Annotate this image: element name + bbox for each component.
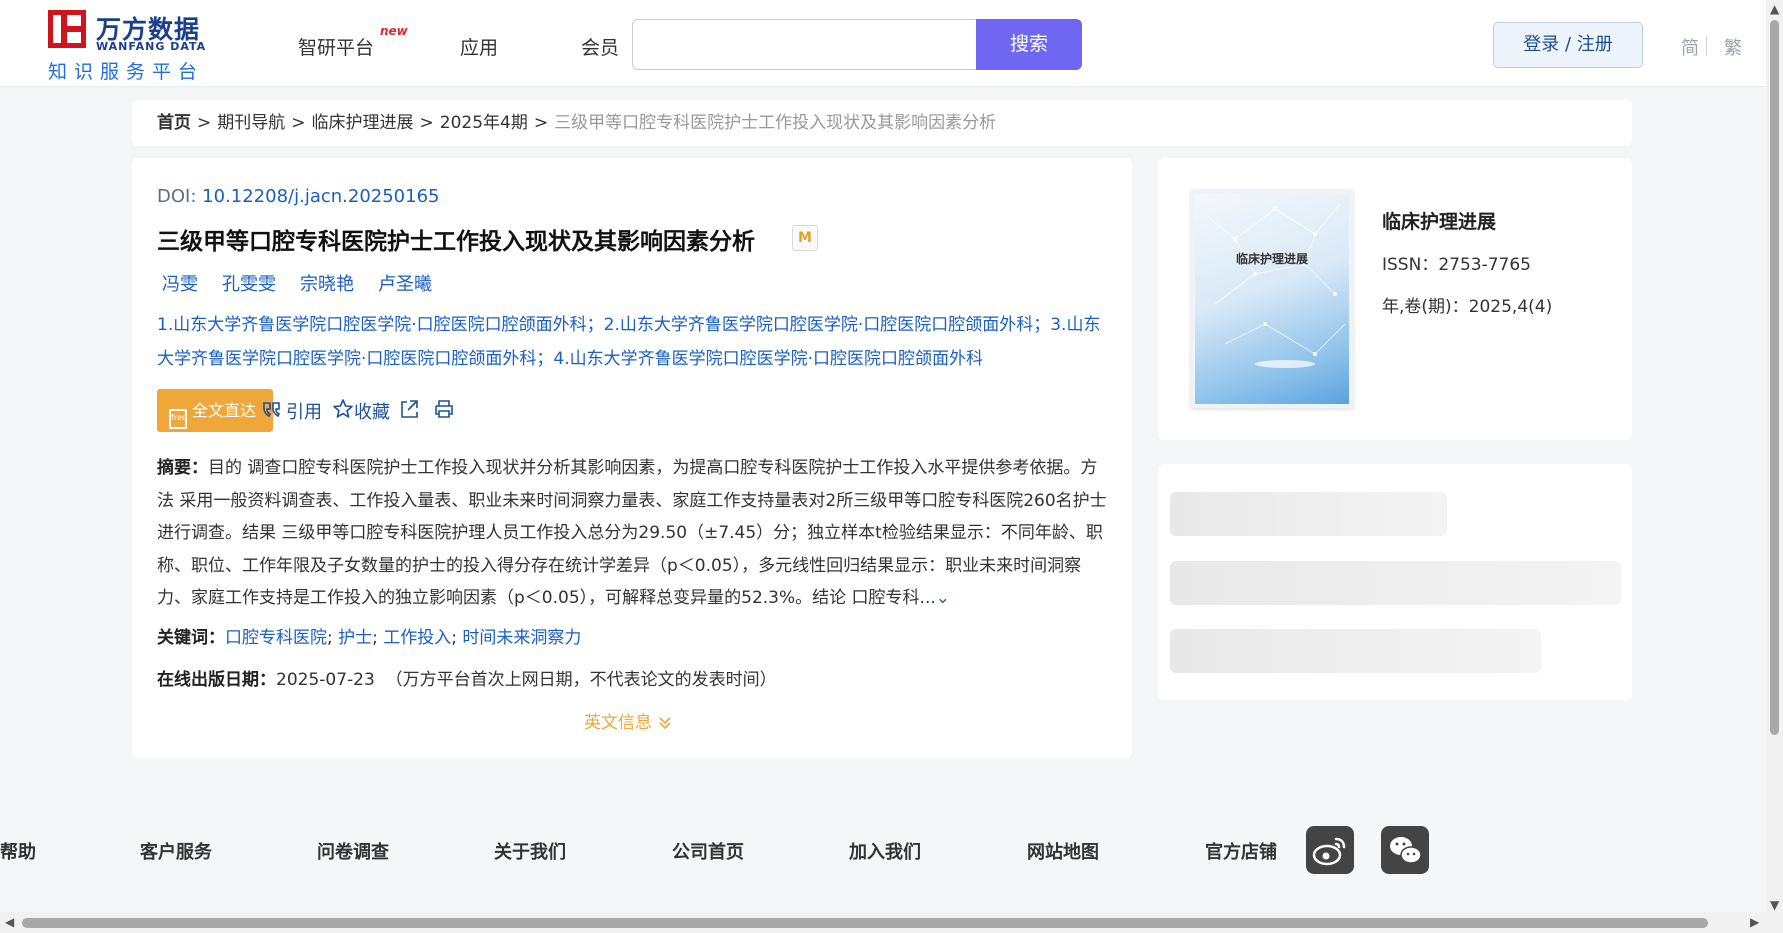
breadcrumb-separator: > [291, 113, 306, 133]
journal-cover[interactable]: 临床护理进展 [1191, 190, 1353, 408]
cite-button[interactable]: 引用 [286, 398, 322, 424]
breadcrumb-home[interactable]: 首页 [157, 113, 191, 133]
doi-line: DOI: 10.12208/j.jacn.20250165 [157, 186, 440, 207]
new-badge: new [380, 24, 408, 38]
star-icon[interactable] [332, 398, 354, 420]
footer-sitemap[interactable]: 网站地图 [1027, 838, 1099, 864]
breadcrumb-journal-nav[interactable]: 期刊导航 [217, 113, 285, 133]
scroll-right-icon[interactable]: ▶ [1750, 915, 1759, 929]
volume-value: 2025,4(4) [1468, 297, 1553, 317]
loading-placeholder-card [1158, 464, 1632, 700]
logo-en-text: WANFANG DATA [96, 40, 207, 53]
breadcrumb: 首页 > 期刊导航 > 临床护理进展 >2025年4期 > 三级甲等口腔专科医院护士工作投入现… [132, 100, 1632, 146]
quote-icon[interactable] [261, 398, 283, 420]
scroll-down-icon[interactable]: ▼ [1770, 898, 1779, 912]
weibo-icon[interactable] [1306, 826, 1354, 874]
vertical-scrollbar[interactable]: ▲ ▼ [1766, 0, 1783, 933]
nav-membership[interactable]: 会员 [581, 33, 619, 60]
footer-official-store[interactable]: 官方店铺 [1205, 838, 1277, 864]
scroll-up-icon[interactable]: ▲ [1770, 2, 1779, 16]
journal-card: 临床护理进展 临床护理进展 ISSN：2753-7765 年,卷(期)：2025… [1158, 158, 1632, 440]
author-list: 冯雯 孔雯雯 宗晓艳 卢圣曦 [162, 270, 456, 296]
abstract: 摘要：目的 调查口腔专科医院护士工作投入现状并分析其影响因素，为提高口腔专科医院… [157, 452, 1107, 615]
skeleton-line [1170, 561, 1621, 605]
login-register-button[interactable]: 登录 / 注册 [1493, 22, 1643, 68]
pubdate-note: （万方平台首次上网日期，不代表论文的发表时间） [385, 670, 777, 690]
footer-company-home[interactable]: 公司首页 [672, 838, 744, 864]
logo-mark-icon [48, 10, 86, 48]
m-badge-icon[interactable]: M [792, 225, 818, 251]
keyword-link[interactable]: 工作投入 [383, 628, 451, 648]
scroll-left-icon[interactable]: ◀ [5, 915, 14, 929]
article-title: 三级甲等口腔专科医院护士工作投入现状及其影响因素分析 [157, 229, 755, 255]
keyword-link[interactable]: 护士 [338, 628, 372, 648]
share-icon[interactable] [398, 398, 420, 420]
publish-date: 在线出版日期：2025-07-23 （万方平台首次上网日期，不代表论文的发表时间… [157, 665, 777, 690]
footer-survey[interactable]: 问卷调查 [317, 838, 389, 864]
breadcrumb-journal[interactable]: 临床护理进展 [312, 113, 414, 133]
lang-traditional[interactable]: 繁 [1724, 34, 1742, 60]
wanfang-logo[interactable]: 万方数据 WANFANG DATA 知识服务平台 [48, 10, 218, 83]
keyword-link[interactable]: 口腔专科医院 [225, 628, 327, 648]
keywords: 关键词：口腔专科医院; 护士; 工作投入; 时间未来洞察力 [157, 628, 582, 648]
fulltext-button[interactable]: free 全文直达 [157, 389, 273, 432]
doi-label: DOI: [157, 186, 197, 207]
breadcrumb-issue[interactable]: 2025年4期 [440, 113, 528, 133]
double-chevron-down-icon [659, 717, 671, 730]
search-input[interactable] [632, 19, 978, 70]
footer-help[interactable]: 帮助 [0, 838, 36, 864]
english-info-label: 英文信息 [584, 713, 652, 733]
doi-link[interactable]: 10.12208/j.jacn.20250165 [202, 186, 439, 207]
lang-simplified[interactable]: 简 [1681, 34, 1699, 60]
journal-issn: ISSN：2753-7765 [1382, 250, 1531, 275]
horizontal-scrollbar[interactable]: ◀ ▶ [0, 912, 1766, 933]
wechat-icon[interactable] [1381, 826, 1429, 874]
article-card: DOI: 10.12208/j.jacn.20250165 三级甲等口腔专科医院… [132, 158, 1132, 758]
keyword-link[interactable]: 时间未来洞察力 [462, 628, 581, 648]
footer-customer-service[interactable]: 客户服务 [140, 838, 212, 864]
breadcrumb-separator: > [419, 113, 434, 133]
search-button[interactable]: 搜索 [976, 19, 1082, 70]
print-icon[interactable] [433, 398, 455, 420]
issn-label: ISSN： [1382, 255, 1439, 275]
breadcrumb-separator: > [197, 113, 212, 133]
fulltext-label: 全文直达 [192, 401, 257, 420]
journal-volume: 年,卷(期)：2025,4(4) [1382, 292, 1552, 317]
skeleton-line [1170, 492, 1447, 536]
keywords-label: 关键词： [157, 628, 225, 648]
author-link[interactable]: 卢圣曦 [378, 274, 432, 295]
free-document-icon: free [169, 409, 187, 429]
horizontal-scroll-thumb[interactable] [22, 918, 1708, 928]
vertical-scroll-thumb[interactable] [1770, 20, 1779, 735]
issn-value: 2753-7765 [1438, 255, 1531, 275]
author-link[interactable]: 孔雯雯 [222, 274, 276, 295]
cover-title: 临床护理进展 [1235, 252, 1308, 266]
favorite-button[interactable]: 收藏 [354, 398, 390, 424]
english-info-toggle[interactable]: 英文信息 [584, 708, 673, 733]
logo-subtitle: 知识服务平台 [48, 61, 205, 83]
author-link[interactable]: 宗晓艳 [300, 274, 354, 295]
breadcrumb-separator: > [533, 113, 549, 133]
lang-divider [1706, 36, 1707, 56]
pubdate-label: 在线出版日期： [157, 670, 276, 690]
top-header: 万方数据 WANFANG DATA 知识服务平台 智研平台 new 应用 会员 … [0, 0, 1766, 87]
abstract-label: 摘要： [157, 458, 208, 478]
cover-network-pattern [1204, 203, 1346, 368]
chevron-down-icon[interactable]: ⌄ [936, 588, 950, 608]
footer-about[interactable]: 关于我们 [494, 838, 566, 864]
pubdate-value: 2025-07-23 [276, 670, 375, 690]
volume-label: 年,卷(期)： [1382, 297, 1469, 317]
footer-join-us[interactable]: 加入我们 [849, 838, 921, 864]
nav-apps[interactable]: 应用 [460, 33, 498, 60]
journal-name[interactable]: 临床护理进展 [1382, 207, 1496, 234]
author-link[interactable]: 冯雯 [162, 274, 198, 295]
skeleton-line [1170, 629, 1541, 673]
abstract-text: 目的 调查口腔专科医院护士工作投入现状并分析其影响因素，为提高口腔专科医院护士工… [157, 458, 1107, 608]
nav-zhiyan[interactable]: 智研平台 [298, 33, 374, 60]
breadcrumb-current: 三级甲等口腔专科医院护士工作投入现状及其影响因素分析 [554, 113, 997, 133]
affiliations[interactable]: 1.山东大学齐鲁医学院口腔医学院·口腔医院口腔颌面外科；2.山东大学齐鲁医学院口… [157, 308, 1107, 376]
